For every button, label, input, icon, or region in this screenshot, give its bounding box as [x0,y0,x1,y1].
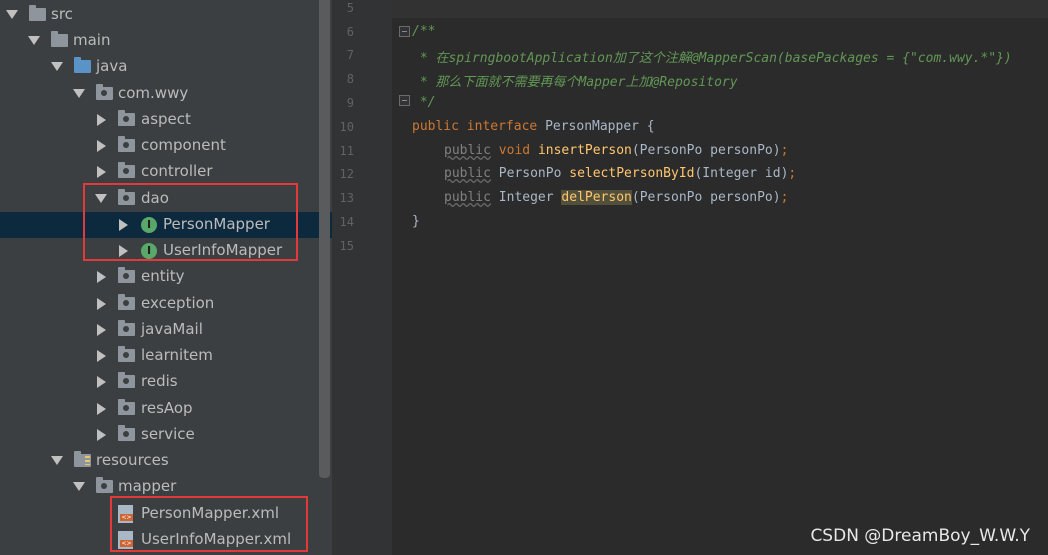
resources-folder-icon [74,451,91,467]
tree-item-com-wwy[interactable]: com.wwy [0,81,319,107]
line-number: 5 [346,1,354,15]
line-number: 15 [339,239,354,253]
package-icon [118,425,135,441]
collapse-arrow-icon[interactable] [73,89,85,98]
collapse-arrow-icon[interactable] [28,36,40,45]
folder-icon [51,31,68,47]
fold-marker-icon[interactable] [399,26,410,37]
line-number: 9 [346,96,354,110]
package-icon [118,136,135,152]
tree-item-entity[interactable]: entity [0,264,319,290]
package-icon [118,267,135,283]
code-line-14: } [412,214,420,229]
package-icon [118,162,135,178]
current-line-highlight [392,0,1048,18]
tree-item-aspect[interactable]: aspect [0,107,319,133]
folder-icon [29,5,46,21]
tree-item-res-aop[interactable]: resAop [0,396,319,422]
tree-item-label: component [141,136,226,154]
code-line-7: * 在spirngbootApplication加了这个注解@MapperSca… [412,51,1012,66]
tree-item-label: main [73,31,111,49]
tree-item-label: javaMail [141,320,203,338]
line-number: 10 [339,120,354,134]
code-line-9: */ [412,95,436,110]
tree-item-service[interactable]: service [0,422,319,448]
tree-item-label: resAop [141,399,193,417]
collapse-arrow-icon[interactable] [51,62,63,71]
line-number: 7 [346,48,354,62]
source-folder-icon [74,57,91,73]
package-icon [118,346,135,362]
tree-item-label: service [141,425,195,443]
tree-item-label: exception [141,294,215,312]
expand-arrow-icon[interactable] [97,324,106,336]
expand-arrow-icon[interactable] [97,298,106,310]
line-number: 13 [339,191,354,205]
code-line-6: /** [412,24,436,39]
line-number: 6 [346,25,354,39]
fold-marker-icon[interactable] [399,95,410,106]
tree-item-label: com.wwy [118,84,189,102]
highlight-box-dao [83,183,298,261]
tree-item-label: redis [141,372,178,390]
highlight-box-mapper-xml [110,496,308,552]
tree-item-resources[interactable]: resources [0,448,319,474]
tree-item-label: mapper [118,477,177,495]
expand-arrow-icon[interactable] [97,376,106,388]
tree-item-redis[interactable]: redis [0,369,319,395]
tree-item-label: aspect [141,110,191,128]
line-number: 14 [339,215,354,229]
tree-item-label: entity [141,267,185,285]
package-icon [118,320,135,336]
package-icon [118,399,135,415]
tree-item-label: java [96,57,128,75]
tree-item-controller[interactable]: controller [0,159,319,185]
code-line-10: public interface PersonMapper { [412,119,655,134]
tree-item-exception[interactable]: exception [0,291,319,317]
expand-arrow-icon[interactable] [97,271,106,283]
tree-item-java[interactable]: java [0,54,319,80]
tree-item-label: controller [141,162,213,180]
package-icon [118,294,135,310]
expand-arrow-icon[interactable] [97,166,106,178]
package-icon [118,110,135,126]
code-line-8: * 那么下面就不需要再每个Mapper上加@Repository [412,75,738,90]
code-line-13: public Integer delPerson(PersonPo person… [444,190,789,205]
code-line-11: public void insertPerson(PersonPo person… [444,143,789,158]
tree-item-java-mail[interactable]: javaMail [0,317,319,343]
collapse-arrow-icon[interactable] [73,482,85,491]
package-icon [96,477,113,493]
tree-item-component[interactable]: component [0,133,319,159]
line-number: 8 [346,72,354,86]
tree-scrollbar[interactable] [319,0,330,478]
expand-arrow-icon[interactable] [97,403,106,415]
tree-item-main[interactable]: main [0,28,319,54]
line-number: 12 [339,167,354,181]
tree-item-label: learnitem [141,346,213,364]
tree-item-learnitem[interactable]: learnitem [0,343,319,369]
line-number: 11 [339,144,354,158]
tree-item-label: src [51,5,73,23]
expand-arrow-icon[interactable] [97,350,106,362]
expand-arrow-icon[interactable] [97,114,106,126]
project-tree: src main java com.wwy aspect component c… [0,0,332,555]
package-icon [118,372,135,388]
watermark: CSDN @DreamBoy_W.W.Y [810,526,1030,546]
expand-arrow-icon[interactable] [97,429,106,441]
collapse-arrow-icon[interactable] [6,10,18,19]
tree-item-src[interactable]: src [0,2,319,28]
package-icon [96,84,113,100]
collapse-arrow-icon[interactable] [51,456,63,465]
tree-item-label: resources [96,451,169,469]
code-line-12: public PersonPo selectPersonById(Integer… [444,166,797,181]
expand-arrow-icon[interactable] [97,140,106,152]
